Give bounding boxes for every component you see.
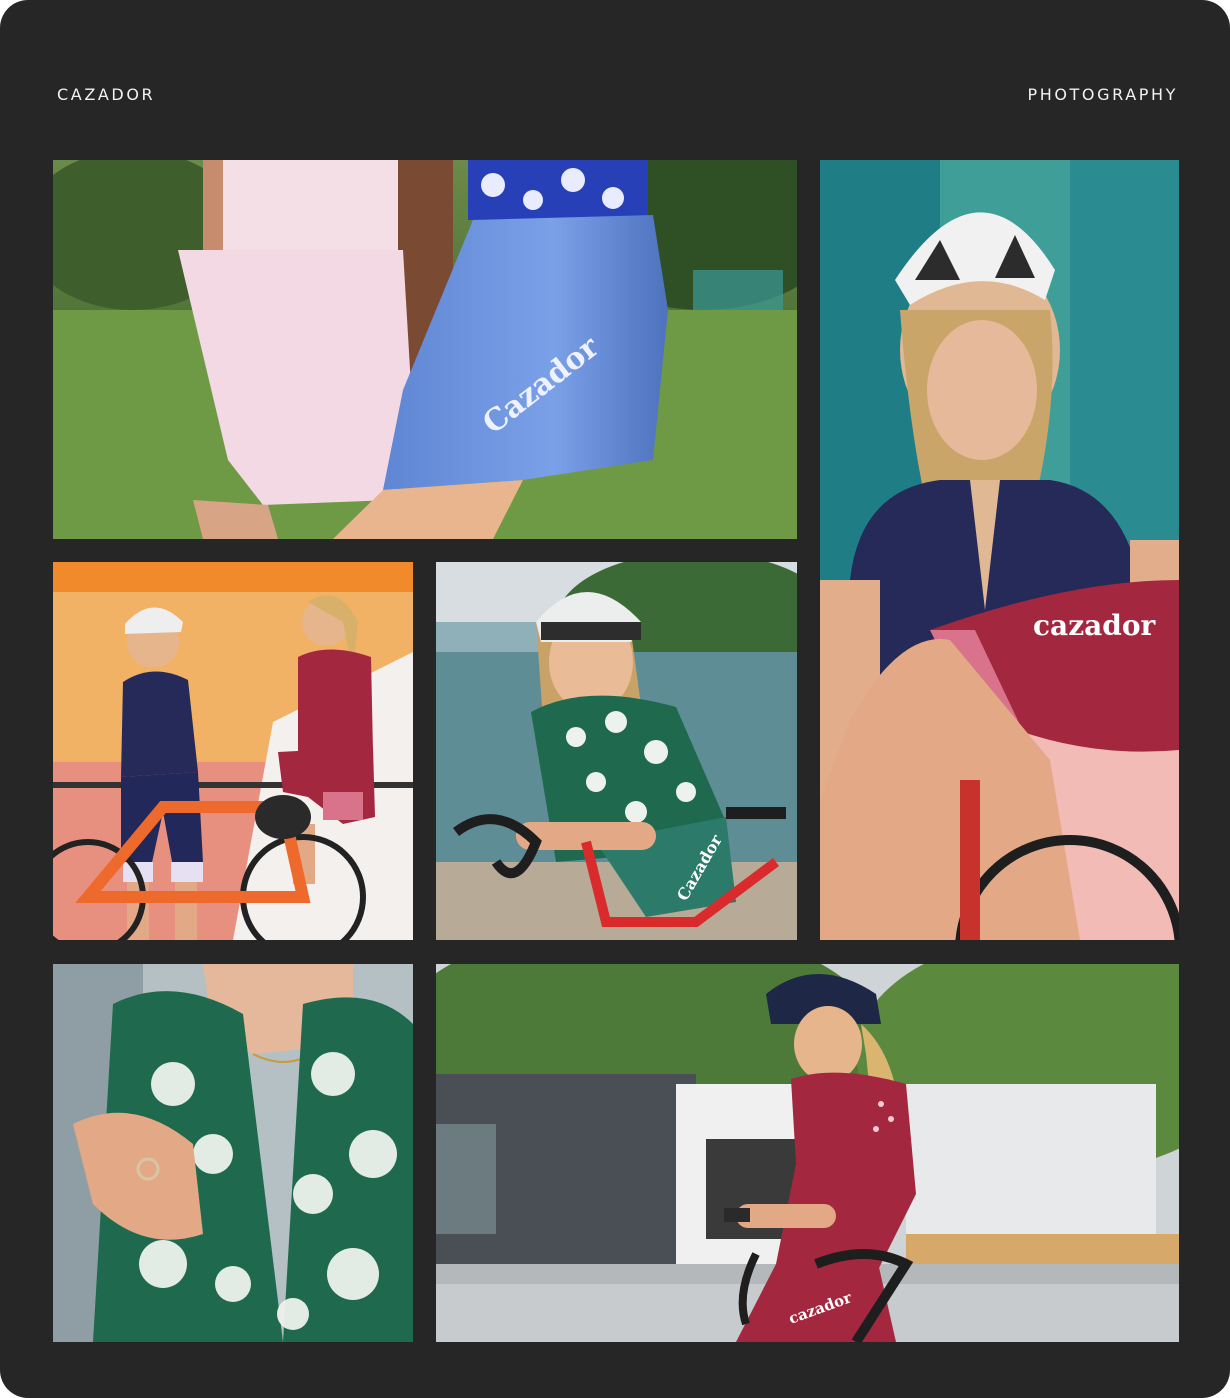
photo-bike-shorts-park-image: Cazador bbox=[53, 160, 797, 539]
photo-rider-adjusting-helmet-logo: cazador bbox=[1033, 609, 1156, 642]
photo-floral-jersey-closeup-image bbox=[53, 964, 413, 1342]
brand-name[interactable]: CAZADOR bbox=[57, 85, 155, 105]
photo-rider-smiling-waterfront[interactable]: Cazador bbox=[436, 562, 797, 940]
photo-rider-adjusting-helmet[interactable]: cazador bbox=[820, 160, 1179, 940]
photo-two-riders-orange-wall[interactable] bbox=[53, 562, 413, 940]
photo-bike-shorts-park[interactable]: Cazador bbox=[53, 160, 797, 539]
photo-rider-street-phone[interactable]: cazador bbox=[436, 964, 1179, 1342]
gallery-card: CAZADOR PHOTOGRAPHY Cazador cazador Caza… bbox=[0, 0, 1230, 1398]
photo-two-riders-orange-wall-image bbox=[53, 562, 413, 940]
photo-rider-adjusting-helmet-image: cazador bbox=[820, 160, 1179, 940]
photo-rider-smiling-waterfront-image: Cazador bbox=[436, 562, 797, 940]
section-title: PHOTOGRAPHY bbox=[1027, 85, 1178, 104]
photo-rider-street-phone-image: cazador bbox=[436, 964, 1179, 1342]
photo-floral-jersey-closeup[interactable] bbox=[53, 964, 413, 1342]
